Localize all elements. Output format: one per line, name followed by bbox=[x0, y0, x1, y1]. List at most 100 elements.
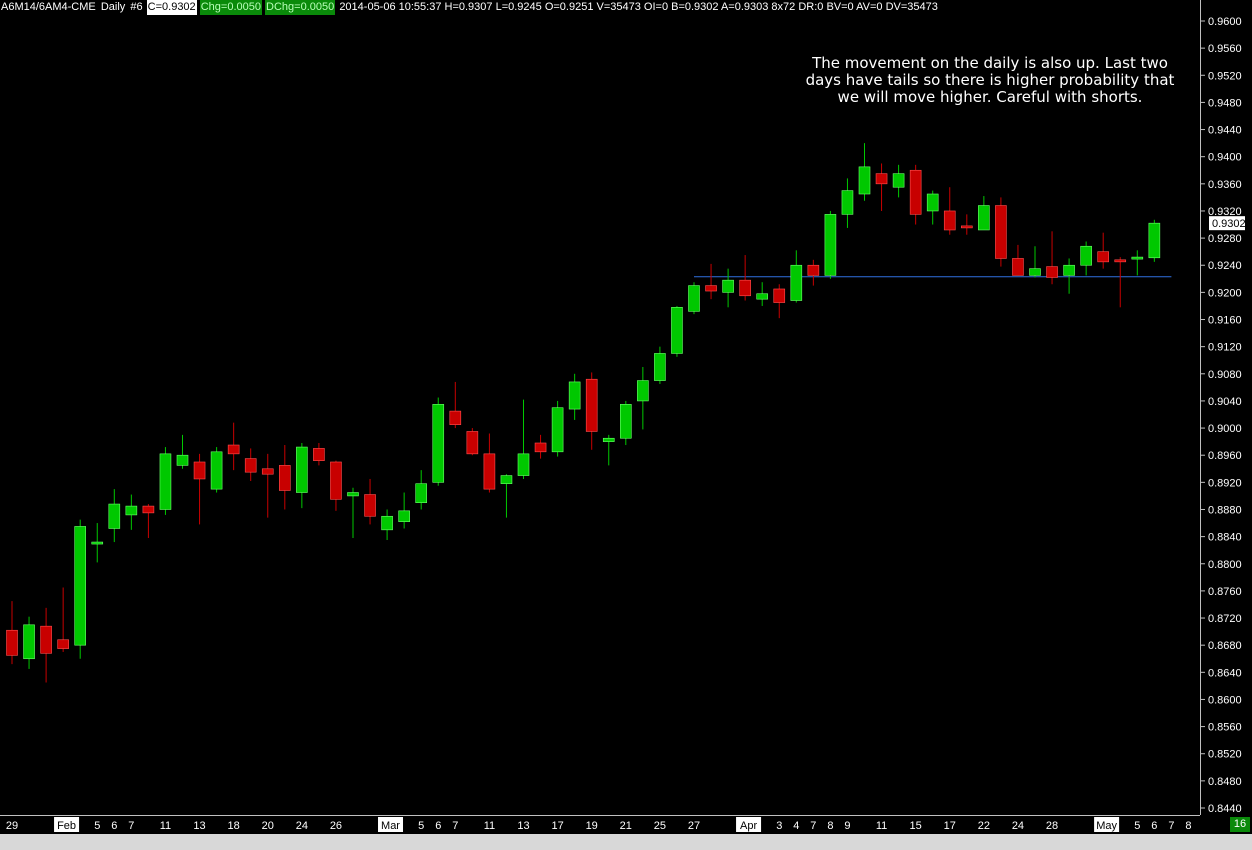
candle-body bbox=[313, 448, 325, 461]
candle bbox=[23, 616, 35, 669]
y-tick-label: 0.9280 bbox=[1208, 233, 1242, 245]
candle bbox=[449, 381, 462, 429]
horizontal-scrollbar[interactable] bbox=[0, 834, 1252, 850]
y-tick-label: 0.9400 bbox=[1208, 152, 1242, 164]
candle-body bbox=[364, 494, 376, 517]
candle bbox=[960, 214, 973, 235]
x-tick-label: 6 bbox=[1151, 820, 1157, 832]
candle bbox=[1097, 232, 1109, 269]
candle bbox=[483, 433, 496, 493]
candle bbox=[278, 445, 291, 510]
candle bbox=[858, 143, 871, 201]
candle-body bbox=[91, 541, 104, 545]
candle bbox=[500, 474, 513, 518]
x-tick-label: 29 bbox=[6, 820, 18, 832]
x-tick-label: 13 bbox=[517, 820, 529, 832]
candle-body bbox=[978, 205, 990, 231]
x-tick-label: 21 bbox=[620, 820, 632, 832]
candle bbox=[176, 434, 189, 469]
y-tick-label: 0.8560 bbox=[1208, 722, 1242, 734]
candle bbox=[330, 460, 342, 511]
x-tick-label: 17 bbox=[551, 820, 563, 832]
candle bbox=[193, 453, 206, 525]
y-tick-label: 0.9480 bbox=[1208, 97, 1242, 109]
candle bbox=[568, 373, 581, 420]
candle bbox=[756, 282, 769, 306]
candle bbox=[517, 399, 530, 479]
change-value: Chg=0.0050 bbox=[199, 0, 262, 15]
candle bbox=[637, 367, 649, 430]
candle-body bbox=[210, 451, 223, 490]
candle bbox=[841, 178, 854, 228]
symbol-label: A6M14/6AM4-CME bbox=[1, 1, 96, 13]
candle-body bbox=[193, 461, 206, 480]
x-tick-label: 7 bbox=[1168, 820, 1174, 832]
candle-body bbox=[671, 307, 683, 354]
candle-body bbox=[125, 505, 138, 516]
candle-body bbox=[773, 288, 786, 303]
candle-body bbox=[227, 444, 240, 455]
candle bbox=[108, 489, 121, 543]
y-tick-label: 0.8920 bbox=[1208, 477, 1242, 489]
candle-body bbox=[1029, 268, 1041, 276]
candle bbox=[909, 164, 922, 225]
candle-body bbox=[449, 410, 462, 425]
candle-body bbox=[654, 353, 666, 381]
candle-body bbox=[1097, 251, 1109, 263]
candle-body bbox=[875, 173, 888, 185]
close-value: C=0.9302 bbox=[146, 0, 197, 15]
candle-body bbox=[926, 193, 939, 212]
x-tick-label: 11 bbox=[160, 820, 171, 832]
candle-body bbox=[261, 468, 274, 475]
daily-change-value: DChg=0.0050 bbox=[265, 0, 336, 15]
candle-body bbox=[432, 404, 445, 483]
candle-body bbox=[74, 526, 86, 646]
y-tick-label: 0.9520 bbox=[1208, 70, 1242, 82]
candle bbox=[466, 428, 479, 456]
candle bbox=[313, 442, 325, 466]
candle-body bbox=[960, 225, 973, 229]
candle-body bbox=[534, 442, 547, 453]
candle-body bbox=[296, 446, 308, 493]
candle bbox=[91, 523, 104, 563]
x-tick-label: 26 bbox=[330, 820, 342, 832]
x-tick-label: 6 bbox=[435, 820, 441, 832]
price-chart[interactable]: 0.9600 0.9560 0.9520 0.9480 0.9440 0.9400 0.93… bbox=[0, 0, 1252, 850]
candle-body bbox=[1131, 256, 1144, 260]
candle-body bbox=[619, 404, 632, 439]
candle bbox=[534, 434, 547, 459]
y-tick-label: 0.9600 bbox=[1208, 16, 1242, 28]
x-tick-label: 18 bbox=[228, 820, 240, 832]
candle bbox=[943, 187, 956, 235]
scroll-badge[interactable]: 16 bbox=[1230, 817, 1250, 832]
candle-body bbox=[57, 639, 69, 649]
candle-body bbox=[637, 380, 649, 402]
x-tick-label: 15 bbox=[910, 820, 922, 832]
x-tick-label: May bbox=[1096, 820, 1117, 832]
y-tick-label: 0.8840 bbox=[1208, 532, 1242, 544]
chart-number: #6 bbox=[130, 1, 143, 13]
candle bbox=[671, 305, 683, 357]
y-tick-label: 0.8520 bbox=[1208, 749, 1242, 761]
candle bbox=[722, 268, 734, 308]
candle bbox=[1148, 219, 1161, 262]
candle-body bbox=[739, 279, 751, 297]
x-tick-label: 17 bbox=[944, 820, 956, 832]
candle bbox=[227, 422, 240, 471]
candle-body bbox=[722, 279, 734, 293]
candle bbox=[739, 255, 751, 301]
candle bbox=[1029, 246, 1041, 278]
candle-body bbox=[858, 166, 871, 195]
x-tick-label: Apr bbox=[740, 820, 757, 832]
candle bbox=[210, 447, 223, 493]
x-tick-label: 3 bbox=[776, 820, 782, 832]
candle bbox=[619, 400, 632, 446]
x-tick-label: 4 bbox=[793, 820, 799, 832]
candle bbox=[824, 210, 837, 279]
candle-body bbox=[108, 503, 121, 529]
x-tick-label: Feb bbox=[57, 820, 76, 832]
candle bbox=[74, 519, 86, 659]
x-tick-label: 24 bbox=[296, 820, 308, 832]
x-tick-label: 25 bbox=[654, 820, 666, 832]
candle bbox=[926, 190, 939, 225]
